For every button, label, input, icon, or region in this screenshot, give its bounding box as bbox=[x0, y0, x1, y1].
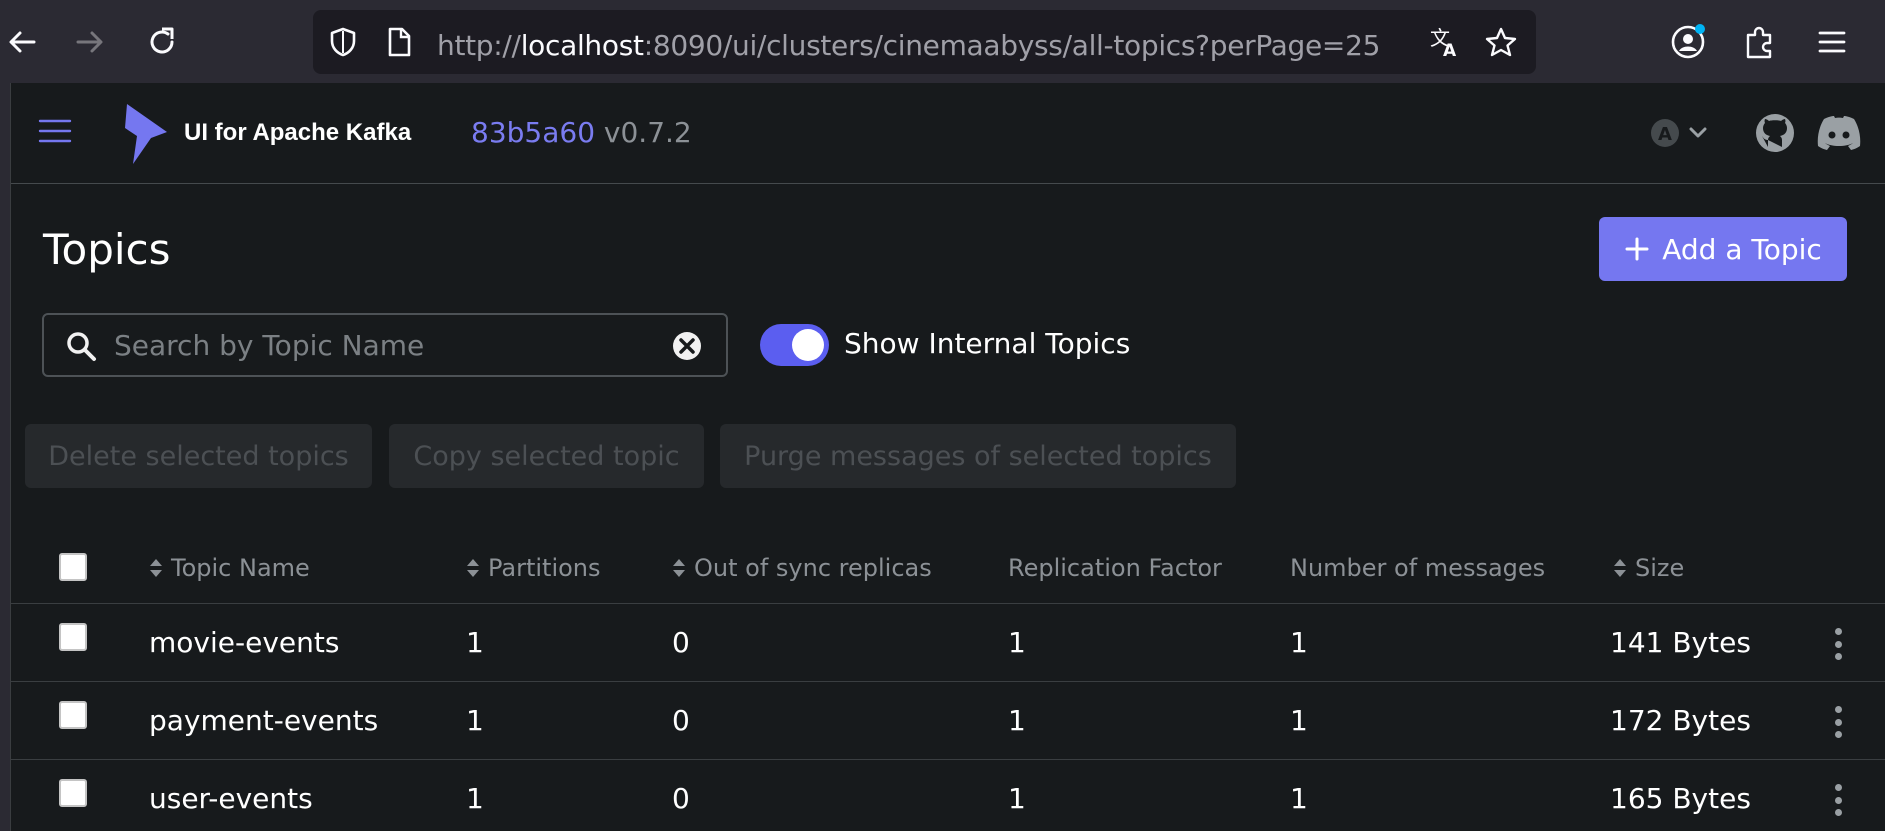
topic-name-link[interactable]: payment-events bbox=[149, 704, 378, 737]
plus-icon bbox=[1625, 237, 1649, 261]
delete-selected-topics-button[interactable]: Delete selected topics bbox=[25, 424, 372, 488]
page-icon[interactable] bbox=[385, 26, 413, 58]
replication-cell: 1 bbox=[1008, 782, 1026, 815]
discord-icon[interactable] bbox=[1815, 111, 1863, 155]
translate-icon[interactable]: 文A bbox=[1427, 24, 1463, 60]
user-menu-dropdown[interactable]: A bbox=[1647, 115, 1717, 151]
browser-toolbar: http://localhost:8090/ui/clusters/cinema… bbox=[0, 0, 1885, 83]
partitions-cell: 1 bbox=[466, 782, 484, 815]
extensions-icon[interactable] bbox=[1740, 22, 1780, 62]
kafka-logo-icon[interactable] bbox=[119, 101, 179, 167]
show-internal-topics-label: Show Internal Topics bbox=[844, 327, 1131, 360]
add-topic-label: Add a Topic bbox=[1662, 232, 1822, 266]
toggle-knob bbox=[792, 329, 824, 361]
row-checkbox[interactable] bbox=[59, 701, 87, 729]
sort-icon bbox=[673, 559, 685, 577]
column-label: Out of sync replicas bbox=[694, 554, 932, 582]
column-label: Size bbox=[1635, 554, 1685, 582]
row-actions-menu-icon[interactable] bbox=[1826, 702, 1850, 742]
replication-cell: 1 bbox=[1008, 704, 1026, 737]
size-cell: 172 Bytes bbox=[1610, 704, 1751, 737]
row-actions-menu-icon[interactable] bbox=[1826, 780, 1850, 820]
page-title: Topics bbox=[43, 225, 171, 274]
partitions-cell: 1 bbox=[466, 704, 484, 737]
messages-cell: 1 bbox=[1290, 626, 1308, 659]
reload-icon bbox=[150, 27, 174, 54]
bookmark-star-icon[interactable] bbox=[1483, 24, 1519, 60]
column-header-replication-factor: Replication Factor bbox=[1008, 554, 1222, 582]
column-header-size[interactable]: Size bbox=[1613, 554, 1684, 582]
column-header-topic-name[interactable]: Topic Name bbox=[149, 554, 310, 582]
topic-name-link[interactable]: user-events bbox=[149, 782, 313, 815]
app-name[interactable]: UI for Apache Kafka bbox=[184, 119, 411, 147]
chevron-down-icon bbox=[1689, 127, 1707, 138]
version-info: 83b5a60 v0.7.2 bbox=[471, 116, 692, 149]
out-of-sync-cell: 0 bbox=[672, 782, 690, 815]
commit-link[interactable]: 83b5a60 bbox=[471, 116, 595, 149]
copy-selected-topic-button[interactable]: Copy selected topic bbox=[389, 424, 704, 488]
app-window: UI for Apache Kafka 83b5a60 v0.7.2 A Top… bbox=[10, 83, 1885, 831]
back-arrow-icon bbox=[9, 31, 36, 53]
url-text[interactable]: http://localhost:8090/ui/clusters/cinema… bbox=[437, 29, 1380, 62]
row-checkbox[interactable] bbox=[59, 623, 87, 651]
column-label: Replication Factor bbox=[1008, 554, 1222, 582]
table-row[interactable]: movie-events 1 0 1 1 141 Bytes bbox=[11, 603, 1885, 681]
clear-search-icon[interactable] bbox=[670, 329, 704, 363]
out-of-sync-cell: 0 bbox=[672, 626, 690, 659]
shield-icon[interactable] bbox=[327, 26, 359, 58]
column-header-out-of-sync[interactable]: Out of sync replicas bbox=[672, 554, 932, 582]
github-icon[interactable] bbox=[1753, 111, 1797, 155]
forward-button[interactable] bbox=[68, 20, 112, 64]
table-row[interactable]: user-events 1 0 1 1 165 Bytes bbox=[11, 759, 1885, 831]
reload-button[interactable] bbox=[140, 20, 184, 64]
topic-search-field[interactable] bbox=[42, 313, 728, 377]
version-label: v0.7.2 bbox=[603, 116, 692, 149]
menu-icon[interactable] bbox=[1812, 22, 1852, 62]
column-header-number-of-messages: Number of messages bbox=[1290, 554, 1545, 582]
partitions-cell: 1 bbox=[466, 626, 484, 659]
column-label: Number of messages bbox=[1290, 554, 1546, 582]
purge-messages-button[interactable]: Purge messages of selected topics bbox=[720, 424, 1236, 488]
app-navbar: UI for Apache Kafka 83b5a60 v0.7.2 A bbox=[11, 83, 1885, 184]
topic-name-link[interactable]: movie-events bbox=[149, 626, 339, 659]
replication-cell: 1 bbox=[1008, 626, 1026, 659]
search-input[interactable] bbox=[114, 325, 634, 365]
avatar: A bbox=[1658, 124, 1672, 145]
column-header-partitions[interactable]: Partitions bbox=[466, 554, 601, 582]
size-cell: 165 Bytes bbox=[1610, 782, 1751, 815]
sort-icon bbox=[1614, 559, 1626, 577]
svg-text:A: A bbox=[1443, 41, 1457, 59]
sort-icon bbox=[467, 559, 479, 577]
show-internal-topics-toggle[interactable] bbox=[760, 324, 829, 366]
out-of-sync-cell: 0 bbox=[672, 704, 690, 737]
account-icon[interactable] bbox=[1668, 22, 1708, 62]
row-checkbox[interactable] bbox=[59, 779, 87, 807]
size-cell: 141 Bytes bbox=[1610, 626, 1751, 659]
column-label: Partitions bbox=[488, 554, 601, 582]
hamburger-icon[interactable] bbox=[37, 113, 73, 149]
address-bar[interactable]: http://localhost:8090/ui/clusters/cinema… bbox=[313, 10, 1536, 74]
messages-cell: 1 bbox=[1290, 704, 1308, 737]
table-row[interactable]: payment-events 1 0 1 1 172 Bytes bbox=[11, 681, 1885, 759]
add-topic-button[interactable]: Add a Topic bbox=[1599, 217, 1847, 281]
back-button[interactable] bbox=[0, 20, 44, 64]
messages-cell: 1 bbox=[1290, 782, 1308, 815]
column-label: Topic Name bbox=[171, 554, 310, 582]
search-icon bbox=[64, 329, 98, 363]
sort-icon bbox=[150, 559, 162, 577]
forward-arrow-icon bbox=[76, 31, 103, 53]
row-actions-menu-icon[interactable] bbox=[1826, 624, 1850, 664]
select-all-checkbox[interactable] bbox=[59, 553, 87, 581]
